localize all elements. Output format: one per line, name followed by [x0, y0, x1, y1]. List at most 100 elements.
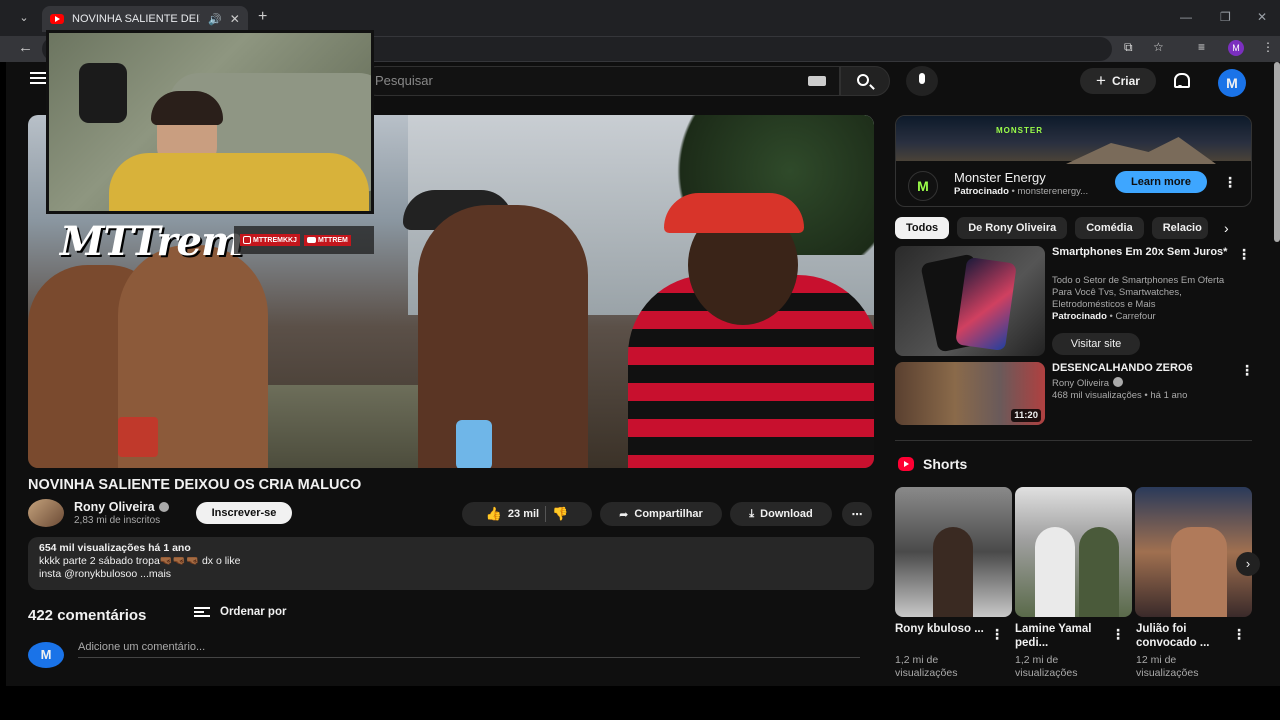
minimize-icon[interactable]: — — [1180, 10, 1192, 24]
short-views: 1,2 mi de visualizações — [895, 654, 958, 679]
back-arrow-icon[interactable]: ← — [18, 39, 33, 56]
related-channel-text[interactable]: Rony Oliveira — [1052, 378, 1109, 389]
search-icon — [857, 74, 869, 86]
like-divider — [545, 506, 547, 522]
video-frame-phone — [118, 417, 158, 457]
instagram-handle-text: MTTREMKKJ — [253, 236, 297, 244]
tab-title: NOVINHA SALIENTE DEIXOU — [72, 13, 200, 25]
more-horizontal-icon: ⋯ — [851, 508, 863, 521]
ad-more-icon[interactable]: ⋮ — [1223, 174, 1237, 191]
channel-name[interactable]: Rony Oliveira — [74, 500, 169, 514]
install-app-icon[interactable]: ⧉ — [1124, 40, 1133, 55]
new-tab-icon[interactable]: + — [258, 8, 267, 26]
create-button[interactable]: + Criar — [1080, 68, 1156, 94]
add-comment-input[interactable]: Adicione um comentário... — [78, 641, 205, 653]
notifications-bell-icon[interactable] — [1172, 72, 1190, 88]
video-description[interactable]: 654 mil visualizações há 1 ano kkkk part… — [28, 537, 874, 590]
page-scrollbar[interactable] — [1274, 62, 1280, 242]
download-button[interactable]: ⤓ Download — [730, 502, 832, 526]
speaker-icon[interactable]: 🔊 — [208, 13, 222, 26]
ad-banner: MONSTER — [896, 116, 1251, 164]
bookmark-star-icon[interactable]: ☆ — [1153, 40, 1164, 54]
short-thumbnail[interactable] — [1015, 487, 1132, 617]
related-video-channel[interactable]: Rony Oliveira — [1052, 377, 1124, 389]
sidebar-divider — [895, 440, 1252, 441]
download-icon: ⤓ — [749, 507, 755, 520]
chip-todos[interactable]: Todos — [895, 217, 950, 239]
promo-sponsored-line: Patrocinado • Carrefour — [1052, 311, 1156, 322]
ad-advertiser-name: Monster Energy — [954, 170, 1046, 185]
related-more-icon[interactable]: ⋮ — [1240, 362, 1254, 379]
short-more-icon[interactable]: ⋮ — [1111, 626, 1125, 643]
share-label: Compartilhar — [634, 508, 703, 520]
verified-icon — [1113, 377, 1124, 387]
description-meta: 654 mil visualizações há 1 ano — [39, 542, 191, 554]
thumbs-down-icon[interactable]: 👎 — [552, 506, 568, 522]
search-button[interactable] — [840, 66, 890, 96]
webcam-microphone — [79, 63, 127, 123]
short-thumbnail[interactable] — [1135, 487, 1252, 617]
short-more-icon[interactable]: ⋮ — [1232, 626, 1246, 643]
webcam-blanket — [109, 153, 369, 211]
user-avatar: M — [28, 642, 64, 668]
shorts-next-chevron-icon[interactable]: › — [1236, 552, 1260, 576]
maximize-icon[interactable]: ❐ — [1220, 10, 1231, 24]
ad-sponsored-line: Patrocinado • monsterenergy... — [954, 186, 1088, 197]
promo-title[interactable]: Smartphones Em 20x Sem Juros* — [1052, 246, 1232, 259]
short-thumbnail[interactable] — [895, 487, 1012, 617]
short-more-icon[interactable]: ⋮ — [990, 626, 1004, 643]
learn-more-button[interactable]: Learn more — [1115, 171, 1207, 193]
chevron-right-icon[interactable]: › — [1224, 220, 1229, 236]
instagram-handle: MTTREMKKJ — [240, 234, 300, 246]
sort-comments-button[interactable]: Ordenar por — [194, 606, 286, 618]
short-title[interactable]: Lamine Yamal pedi... — [1015, 622, 1105, 650]
chrome-profile-avatar[interactable]: M — [1228, 40, 1244, 56]
monster-logo: MONSTER — [996, 126, 1043, 135]
close-window-icon[interactable]: ✕ — [1257, 10, 1267, 24]
promo-more-icon[interactable]: ⋮ — [1237, 246, 1251, 263]
short-views: 12 mi de visualizações — [1136, 654, 1199, 679]
share-button[interactable]: ➦ Compartilhar — [600, 502, 722, 526]
promo-sponsored-label: Patrocinado — [1052, 311, 1107, 322]
channel-avatar[interactable] — [28, 499, 64, 527]
chip-de-rony-oliveira[interactable]: De Rony Oliveira — [957, 217, 1068, 239]
browser-tab[interactable]: NOVINHA SALIENTE DEIXOU 🔊 ✕ — [42, 6, 248, 32]
promo-thumbnail[interactable] — [895, 246, 1045, 356]
short-title[interactable]: Rony kbuloso ... — [895, 622, 985, 636]
like-count[interactable]: 23 mil — [508, 508, 539, 520]
chrome-menu-icon[interactable]: ⋮ — [1262, 40, 1274, 54]
chip-relacionados[interactable]: Relacio — [1151, 217, 1208, 239]
chip-comedia[interactable]: Comédia — [1075, 217, 1144, 239]
more-actions-button[interactable]: ⋯ — [842, 502, 872, 526]
short-title[interactable]: Julião foi convocado ... — [1136, 622, 1226, 650]
visit-site-button[interactable]: Visitar site — [1052, 333, 1140, 355]
channel-name-text[interactable]: Rony Oliveira — [74, 500, 155, 514]
subscribe-button[interactable]: Inscrever-se — [196, 502, 292, 524]
sponsored-ad-card[interactable]: MONSTER M Monster Energy Patrocinado • m… — [895, 115, 1252, 207]
sort-icon — [194, 607, 210, 617]
webcam-hair — [151, 91, 223, 125]
thumbs-up-icon[interactable]: 👍 — [486, 506, 502, 522]
plus-icon: + — [1096, 71, 1106, 90]
search-input[interactable]: Pesquisar — [362, 66, 840, 96]
voice-search-button[interactable] — [906, 66, 938, 96]
share-icon: ➦ — [619, 508, 629, 521]
related-video-title[interactable]: DESENCALHANDO ZERO6 — [1052, 362, 1193, 374]
promo-description: Todo o Setor de Smartphones Em Oferta Pa… — [1052, 275, 1225, 310]
video-title: NOVINHA SALIENTE DEIXOU OS CRIA MALUCO — [28, 477, 362, 493]
close-tab-icon[interactable]: ✕ — [230, 12, 240, 26]
keyboard-icon[interactable] — [808, 76, 826, 86]
video-frame-person — [418, 205, 588, 468]
related-video-thumbnail[interactable]: 11:20 — [895, 362, 1045, 425]
comment-input-underline — [78, 657, 860, 658]
microphone-icon — [919, 73, 925, 84]
like-dislike-group: 👍 23 mil 👎 — [462, 502, 592, 526]
account-avatar[interactable]: M — [1218, 69, 1246, 97]
hamburger-menu-icon[interactable] — [30, 72, 46, 84]
media-control-icon[interactable]: ≡ — [1198, 40, 1205, 54]
description-line: kkkk parte 2 sábado tropa🤜🏾🤜🏾🤜🏾 dx o lik… — [39, 555, 241, 567]
youtube-handle: MTTREM — [303, 234, 351, 246]
tab-search-dropdown-icon[interactable]: ⌄ — [14, 9, 34, 27]
video-frame-red-cap — [664, 193, 804, 233]
promo-advertiser: • Carrefour — [1106, 311, 1156, 322]
